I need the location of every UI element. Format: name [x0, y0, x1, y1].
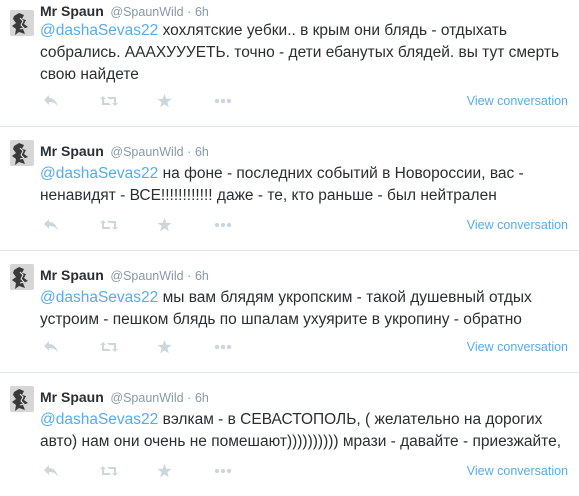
- more-button[interactable]: [214, 216, 271, 234]
- mention-link[interactable]: @dashaSevas22: [40, 22, 158, 39]
- reply-icon: [44, 95, 58, 107]
- tweet-header: Mr Spaun @SpaunWild · 6h: [40, 266, 209, 284]
- reply-button[interactable]: [43, 92, 100, 110]
- timestamp[interactable]: 6h: [195, 5, 209, 19]
- favorite-button[interactable]: [157, 92, 214, 110]
- favorite-icon: [157, 94, 172, 108]
- retweet-icon: [100, 466, 118, 476]
- mention-link[interactable]: @dashaSevas22: [40, 165, 158, 182]
- favorite-icon: [157, 218, 172, 232]
- view-conversation-link[interactable]: View conversation: [467, 94, 568, 108]
- reply-icon: [44, 465, 58, 477]
- tweet-actions: [43, 338, 271, 356]
- reply-button[interactable]: [43, 216, 100, 234]
- user-handle[interactable]: @SpaunWild: [110, 269, 183, 283]
- more-button[interactable]: [214, 338, 271, 356]
- avatar-image-icon: [10, 386, 34, 412]
- user-handle[interactable]: @SpaunWild: [110, 5, 183, 19]
- separator: ·: [187, 391, 192, 405]
- favorite-icon: [157, 464, 172, 478]
- timestamp[interactable]: 6h: [195, 391, 209, 405]
- tweet-text: @dashaSevas22 вэлкам - в СЕВАСТОПОЛЬ, ( …: [40, 409, 567, 453]
- retweet-button[interactable]: [100, 92, 157, 110]
- tweet-header: Mr Spaun @SpaunWild · 6h: [40, 2, 209, 20]
- more-icon: [214, 468, 232, 474]
- retweet-button[interactable]: [100, 338, 157, 356]
- tweet-actions: [43, 92, 271, 110]
- avatar[interactable]: [10, 264, 34, 290]
- reply-button[interactable]: [43, 462, 100, 480]
- tweet[interactable]: Mr Spaun @SpaunWild · 6h @dashaSevas22 в…: [0, 374, 579, 496]
- more-button[interactable]: [214, 462, 271, 480]
- user-handle[interactable]: @SpaunWild: [110, 145, 183, 159]
- tweet-text: @dashaSevas22 мы вам блядям укропским - …: [40, 287, 567, 331]
- more-icon: [214, 98, 232, 104]
- favorite-button[interactable]: [157, 216, 214, 234]
- timestamp[interactable]: 6h: [195, 145, 209, 159]
- retweet-icon: [100, 96, 118, 106]
- favorite-button[interactable]: [157, 338, 214, 356]
- reply-icon: [44, 341, 58, 353]
- avatar-image-icon: [10, 10, 34, 36]
- tweet[interactable]: Mr Spaun @SpaunWild · 6h @dashaSevas22 н…: [0, 128, 579, 251]
- mention-link[interactable]: @dashaSevas22: [40, 289, 158, 306]
- retweet-icon: [100, 342, 118, 352]
- separator: ·: [187, 145, 192, 159]
- timeline: Mr Spaun @SpaunWild · 6h @dashaSevas22 х…: [0, 0, 579, 496]
- retweet-icon: [100, 220, 118, 230]
- reply-icon: [44, 219, 58, 231]
- tweet-actions: [43, 216, 271, 234]
- mention-link[interactable]: @dashaSevas22: [40, 411, 158, 428]
- user-name[interactable]: Mr Spaun: [40, 389, 104, 405]
- avatar[interactable]: [10, 386, 34, 412]
- tweet[interactable]: Mr Spaun @SpaunWild · 6h @dashaSevas22 м…: [0, 252, 579, 373]
- more-icon: [214, 222, 232, 228]
- view-conversation-link[interactable]: View conversation: [467, 464, 568, 478]
- user-name[interactable]: Mr Spaun: [40, 143, 104, 159]
- tweet-text: @dashaSevas22 хохлятские уебки.. в крым …: [40, 20, 567, 86]
- user-name[interactable]: Mr Spaun: [40, 267, 104, 283]
- tweet-text: @dashaSevas22 на фоне - последних событи…: [40, 163, 567, 207]
- avatar-image-icon: [10, 264, 34, 290]
- retweet-button[interactable]: [100, 462, 157, 480]
- tweet[interactable]: Mr Spaun @SpaunWild · 6h @dashaSevas22 х…: [0, 0, 579, 127]
- user-handle[interactable]: @SpaunWild: [110, 391, 183, 405]
- avatar[interactable]: [10, 10, 34, 36]
- favorite-icon: [157, 340, 172, 354]
- separator: ·: [187, 269, 192, 283]
- separator: ·: [187, 5, 192, 19]
- reply-button[interactable]: [43, 338, 100, 356]
- tweet-header: Mr Spaun @SpaunWild · 6h: [40, 388, 209, 406]
- avatar-image-icon: [10, 140, 34, 166]
- user-name[interactable]: Mr Spaun: [40, 3, 104, 19]
- view-conversation-link[interactable]: View conversation: [467, 218, 568, 232]
- avatar[interactable]: [10, 140, 34, 166]
- tweet-actions: [43, 462, 271, 480]
- view-conversation-link[interactable]: View conversation: [467, 340, 568, 354]
- timestamp[interactable]: 6h: [195, 269, 209, 283]
- retweet-button[interactable]: [100, 216, 157, 234]
- more-icon: [214, 344, 232, 350]
- favorite-button[interactable]: [157, 462, 214, 480]
- more-button[interactable]: [214, 92, 271, 110]
- tweet-header: Mr Spaun @SpaunWild · 6h: [40, 142, 209, 160]
